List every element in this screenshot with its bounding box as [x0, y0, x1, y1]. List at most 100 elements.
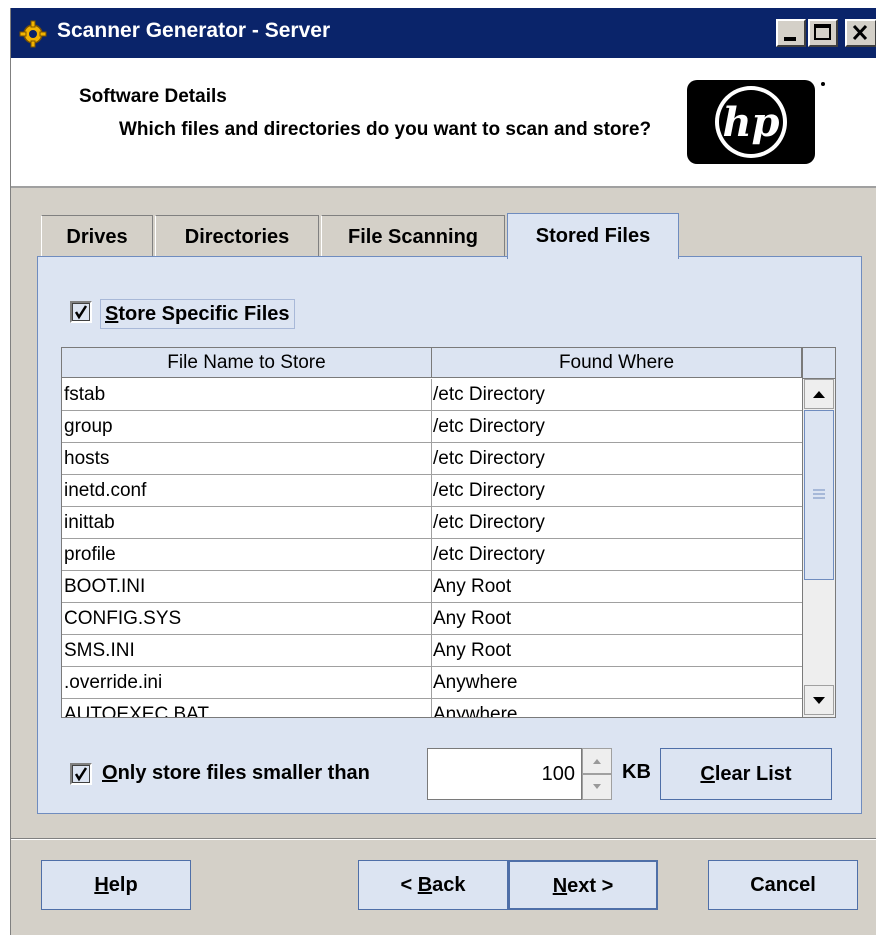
back-button[interactable]: < Back: [358, 860, 508, 910]
file-name-cell[interactable]: profile: [64, 539, 430, 570]
spinner-down-button[interactable]: [582, 774, 612, 800]
column-header-found-where[interactable]: Found Where: [432, 348, 802, 378]
cancel-button[interactable]: Cancel: [708, 860, 858, 910]
found-where-cell[interactable]: Anywhere: [433, 667, 799, 698]
mnemonic-h: H: [94, 874, 109, 896]
tab-file-scanning[interactable]: File Scanning: [321, 215, 505, 257]
file-name-cell[interactable]: fstab: [64, 379, 430, 410]
tab-drives-label: Drives: [66, 226, 128, 248]
table-row[interactable]: hosts/etc Directory: [62, 443, 802, 475]
table-row[interactable]: CONFIG.SYS Any Root: [62, 603, 802, 635]
table-row[interactable]: group/etc Directory: [62, 411, 802, 443]
arrow-up-icon: [813, 391, 825, 398]
table-row[interactable]: profile/etc Directory: [62, 539, 802, 571]
file-name-cell[interactable]: inittab: [64, 507, 430, 538]
scroll-up-button[interactable]: [804, 379, 834, 409]
table-row[interactable]: fstab/etc Directory: [62, 379, 802, 411]
footer-divider: [11, 838, 876, 840]
table-body: fstab/etc Directory group/etc Directory ho…: [62, 379, 802, 717]
label-rest: elp: [108, 874, 138, 896]
file-name-cell[interactable]: SMS.INI: [64, 635, 430, 666]
size-unit-label: KB: [622, 761, 651, 783]
arrow-down-icon: [813, 697, 825, 704]
found-where-cell[interactable]: /etc Directory: [433, 443, 799, 474]
size-limit-input[interactable]: 100: [427, 748, 582, 800]
arrow-down-icon: [593, 784, 601, 789]
store-specific-files-label[interactable]: Store Specific Files: [100, 299, 295, 329]
file-name-cell[interactable]: AUTOEXEC.BAT: [64, 699, 430, 717]
mnemonic-o: O: [102, 762, 118, 784]
table-row[interactable]: inittab/etc Directory: [62, 507, 802, 539]
column-header-file-name[interactable]: File Name to Store: [62, 348, 432, 378]
hp-logo: hp: [687, 80, 825, 164]
found-where-cell[interactable]: Any Root: [433, 603, 799, 634]
checkmark-icon: [74, 767, 88, 782]
table-row[interactable]: BOOT.INI Any Root: [62, 571, 802, 603]
page-title: Software Details: [79, 86, 227, 107]
store-specific-files-checkbox[interactable]: [70, 301, 92, 323]
scrollbar-thumb[interactable]: [804, 410, 834, 580]
label-rest: nly store files smaller than: [117, 762, 370, 784]
arrow-up-icon: [593, 759, 601, 764]
file-name-cell[interactable]: inetd.conf: [64, 475, 430, 506]
tab-stored-files[interactable]: Stored Files: [507, 213, 679, 259]
page-description: Which files and directories do you want …: [119, 119, 652, 140]
found-where-cell[interactable]: /etc Directory: [433, 539, 799, 570]
column-divider: [431, 379, 432, 717]
checkmark-icon: [74, 305, 88, 320]
dialog-window: Scanner Generator - Server Software Deta…: [10, 8, 876, 935]
spinner-up-button[interactable]: [582, 748, 612, 774]
table-row[interactable]: inetd.conf/etc Directory: [62, 475, 802, 507]
mnemonic-s: S: [105, 303, 119, 325]
close-button[interactable]: [845, 19, 876, 47]
table-header: File Name to Store Found Where: [62, 348, 802, 378]
stored-files-panel: Store Specific Files File Name to Store …: [37, 256, 862, 814]
label-rest: ack: [432, 874, 466, 896]
size-limit-checkbox[interactable]: [70, 763, 92, 785]
minimize-icon: [784, 37, 796, 41]
table-row[interactable]: AUTOEXEC.BAT Anywhere: [62, 699, 802, 717]
found-where-cell[interactable]: /etc Directory: [433, 475, 799, 506]
table-corner: [802, 348, 835, 379]
tab-stored-files-label: Stored Files: [535, 225, 651, 247]
app-gear-icon: [19, 20, 47, 48]
wizard-header: Software Details Which files and directo…: [11, 58, 876, 188]
clear-list-button[interactable]: Clear List: [660, 748, 832, 800]
stored-files-table[interactable]: File Name to Store Found Where fstab/etc…: [61, 347, 836, 718]
tab-directories[interactable]: Directories: [155, 215, 319, 257]
found-where-cell[interactable]: Anywhere: [433, 699, 799, 717]
scroll-down-button[interactable]: [804, 685, 834, 715]
table-row[interactable]: SMS.INI Any Root: [62, 635, 802, 667]
mnemonic-n: N: [552, 875, 568, 897]
label-rest: tore Specific Files: [118, 303, 290, 325]
mnemonic-c: C: [700, 763, 715, 785]
tab-drives[interactable]: Drives: [41, 215, 153, 257]
found-where-cell[interactable]: Any Root: [433, 571, 799, 602]
size-limit-label[interactable]: Only store files smaller than: [102, 762, 370, 785]
found-where-cell[interactable]: Any Root: [433, 635, 799, 666]
found-where-cell[interactable]: /etc Directory: [433, 507, 799, 538]
label-rest: lear List: [714, 763, 792, 785]
grip-icon: [813, 489, 825, 499]
file-name-cell[interactable]: hosts: [64, 443, 430, 474]
title-bar[interactable]: Scanner Generator - Server: [11, 8, 876, 58]
file-name-cell[interactable]: group: [64, 411, 430, 442]
close-icon: [852, 24, 868, 41]
maximize-icon: [814, 24, 831, 40]
tab-file-scanning-label: File Scanning: [347, 226, 479, 248]
next-button[interactable]: Next >: [508, 860, 658, 910]
found-where-cell[interactable]: /etc Directory: [433, 379, 799, 410]
found-where-cell[interactable]: /etc Directory: [433, 411, 799, 442]
file-name-cell[interactable]: .override.ini: [64, 667, 430, 698]
tab-directories-label: Directories: [184, 226, 290, 248]
logo-text: hp: [722, 99, 779, 146]
file-name-cell[interactable]: BOOT.INI: [64, 571, 430, 602]
help-button[interactable]: Help: [41, 860, 191, 910]
maximize-button[interactable]: [808, 19, 838, 47]
label-rest: ext >: [567, 875, 614, 897]
mnemonic-b: B: [417, 874, 433, 896]
table-scrollbar[interactable]: [802, 379, 835, 717]
table-row[interactable]: .override.ini Anywhere: [62, 667, 802, 699]
minimize-button[interactable]: [776, 19, 806, 47]
file-name-cell[interactable]: CONFIG.SYS: [64, 603, 430, 634]
